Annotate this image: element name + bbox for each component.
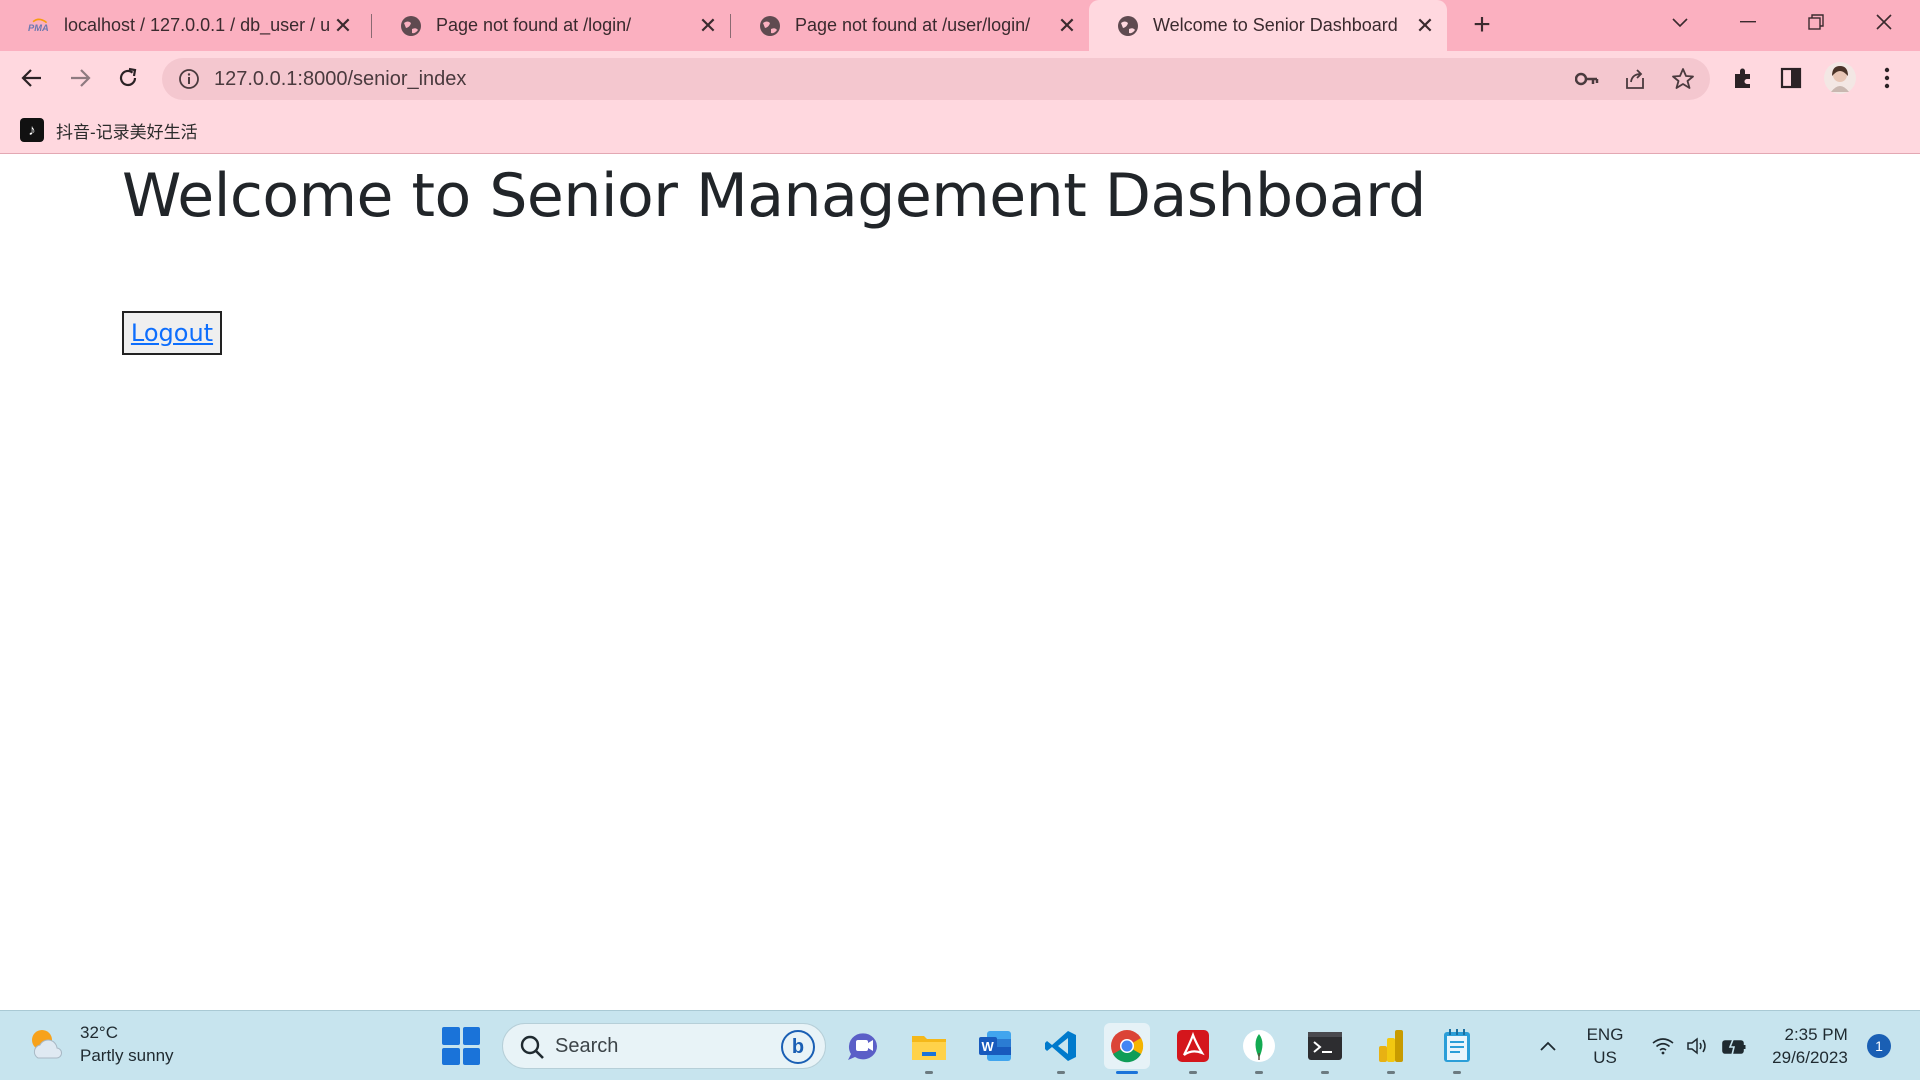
bookmark-douyin[interactable]: ♪ 抖音-记录美好生活 bbox=[20, 116, 198, 144]
volume-icon[interactable] bbox=[1682, 1011, 1712, 1081]
svg-text:W: W bbox=[982, 1039, 995, 1054]
address-bar[interactable]: 127.0.0.1:8000/senior_index bbox=[162, 58, 1710, 100]
weather-condition: Partly sunny bbox=[80, 1046, 174, 1065]
show-hidden-icons-chevron-icon[interactable] bbox=[1530, 1011, 1566, 1081]
powerbi-icon[interactable] bbox=[1368, 1023, 1414, 1074]
file-explorer-icon[interactable] bbox=[906, 1023, 952, 1074]
new-tab-button[interactable]: + bbox=[1465, 8, 1499, 42]
tab-user-login-not-found[interactable]: Page not found at /user/login/ ✕ bbox=[731, 0, 1089, 51]
tiktok-icon: ♪ bbox=[20, 118, 44, 142]
bing-icon[interactable]: b bbox=[781, 1030, 815, 1064]
globe-icon bbox=[400, 15, 422, 37]
input-language[interactable]: ENG US bbox=[1580, 1011, 1630, 1081]
clock-date: 29/6/2023 bbox=[1772, 1048, 1848, 1067]
bookmark-label: 抖音-记录美好生活 bbox=[56, 122, 198, 142]
extensions-icon[interactable] bbox=[1728, 63, 1758, 93]
acrobat-icon[interactable] bbox=[1170, 1023, 1216, 1074]
language-code: ENG bbox=[1586, 1025, 1624, 1044]
browser-toolbar: 127.0.0.1:8000/senior_index bbox=[0, 51, 1920, 106]
page-content: Welcome to Senior Management Dashboard L… bbox=[0, 155, 1920, 1010]
partly-sunny-icon bbox=[26, 1024, 66, 1064]
weather-widget[interactable]: 32°C Partly sunny bbox=[26, 1021, 174, 1067]
more-menu-icon[interactable] bbox=[1872, 63, 1902, 93]
tab-login-not-found[interactable]: Page not found at /login/ ✕ bbox=[372, 0, 730, 51]
close-icon[interactable]: ✕ bbox=[329, 12, 357, 40]
close-icon[interactable]: ✕ bbox=[1411, 12, 1439, 40]
teams-icon[interactable] bbox=[840, 1023, 886, 1069]
close-icon[interactable]: ✕ bbox=[1053, 12, 1081, 40]
globe-icon bbox=[759, 15, 781, 37]
windows-taskbar: 32°C Partly sunny Search b W ENG US 2:35… bbox=[0, 1010, 1920, 1080]
notification-badge: 1 bbox=[1867, 1034, 1891, 1058]
battery-charging-icon[interactable] bbox=[1718, 1011, 1750, 1081]
restore-button[interactable] bbox=[1782, 0, 1850, 44]
phpmyadmin-icon: PMA bbox=[28, 15, 50, 37]
tab-title: Welcome to Senior Dashboard bbox=[1153, 15, 1398, 35]
system-clock[interactable]: 2:35 PM 29/6/2023 bbox=[1760, 1011, 1860, 1081]
wifi-icon[interactable] bbox=[1648, 1011, 1678, 1081]
svg-text:PMA: PMA bbox=[28, 23, 49, 33]
close-window-button[interactable] bbox=[1850, 0, 1918, 44]
tab-search-chevron-icon[interactable] bbox=[1646, 0, 1714, 44]
terminal-icon[interactable] bbox=[1302, 1023, 1348, 1074]
tab-strip: PMA localhost / 127.0.0.1 / db_user / u … bbox=[0, 0, 1920, 51]
forward-button[interactable] bbox=[61, 59, 99, 97]
url-text[interactable]: 127.0.0.1:8000/senior_index bbox=[214, 68, 466, 91]
tab-title: localhost / 127.0.0.1 / db_user / u bbox=[64, 15, 329, 35]
site-info-icon[interactable] bbox=[178, 68, 200, 90]
start-button[interactable] bbox=[442, 1027, 480, 1065]
tab-phpmyadmin[interactable]: PMA localhost / 127.0.0.1 / db_user / u … bbox=[0, 0, 365, 51]
word-icon[interactable]: W bbox=[972, 1023, 1018, 1069]
search-icon bbox=[519, 1034, 545, 1060]
globe-icon bbox=[1117, 15, 1139, 37]
back-button[interactable] bbox=[13, 59, 51, 97]
bookmark-star-icon[interactable] bbox=[1670, 66, 1696, 92]
password-key-icon[interactable] bbox=[1574, 66, 1600, 92]
notification-center[interactable]: 1 bbox=[1864, 1011, 1894, 1081]
region-code: US bbox=[1593, 1048, 1617, 1067]
bookmarks-bar: ♪ 抖音-记录美好生活 bbox=[0, 106, 1920, 154]
tab-title: Page not found at /login/ bbox=[436, 15, 632, 35]
profile-avatar-icon[interactable] bbox=[1824, 62, 1856, 94]
page-title: Welcome to Senior Management Dashboard bbox=[122, 161, 1426, 231]
chrome-icon[interactable] bbox=[1104, 1023, 1150, 1074]
side-panel-icon[interactable] bbox=[1776, 63, 1806, 93]
logout-button[interactable]: Logout bbox=[122, 311, 222, 355]
tab-senior-dashboard[interactable]: Welcome to Senior Dashboard ✕ bbox=[1089, 0, 1447, 51]
logout-link[interactable]: Logout bbox=[131, 319, 213, 347]
share-icon[interactable] bbox=[1622, 66, 1648, 92]
mongodb-icon[interactable] bbox=[1236, 1023, 1282, 1074]
taskbar-search[interactable]: Search b bbox=[502, 1023, 826, 1069]
weather-temp: 32°C bbox=[80, 1023, 118, 1042]
vscode-icon[interactable] bbox=[1038, 1023, 1084, 1074]
search-placeholder: Search bbox=[555, 1035, 619, 1057]
clock-time: 2:35 PM bbox=[1784, 1025, 1848, 1044]
close-icon[interactable]: ✕ bbox=[694, 12, 722, 40]
reload-button[interactable] bbox=[109, 59, 147, 97]
minimize-button[interactable] bbox=[1714, 0, 1782, 44]
notepad-icon[interactable] bbox=[1434, 1023, 1480, 1074]
tab-title: Page not found at /user/login/ bbox=[795, 15, 1031, 35]
